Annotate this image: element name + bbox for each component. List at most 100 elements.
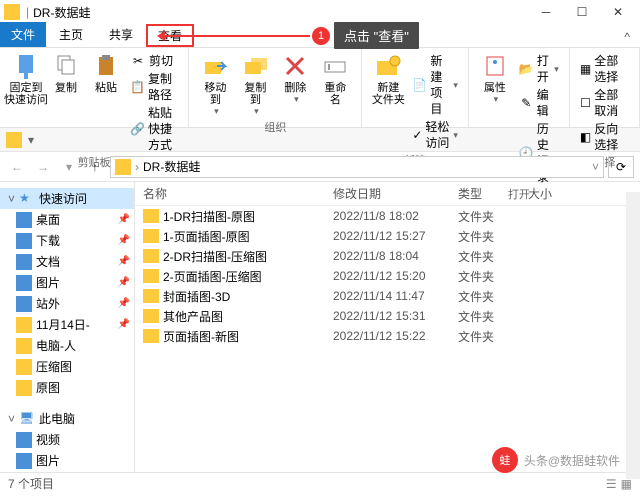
sidebar-item[interactable]: 11月14日-📌 [0,314,134,335]
file-list[interactable]: 1-DR扫描图-原图2022/11/8 18:02文件夹1-页面插图-原图202… [135,206,640,346]
sidebar-item-label: 视频 [36,431,60,448]
sidebar-item[interactable]: 电脑-人 [0,335,134,356]
sidebar-thispc-label: 此电脑 [39,410,75,427]
watermark-text: 头条@数据蛙软件 [524,452,620,469]
details-view-icon[interactable]: ☰ [606,477,617,491]
folder-icon [16,380,32,396]
col-name[interactable]: 名称 [135,185,325,202]
file-type: 文件夹 [450,248,520,265]
back-button[interactable]: ← [6,156,28,178]
close-button[interactable]: ✕ [600,0,636,24]
copyto-icon [241,52,269,80]
tab-home[interactable]: 主页 [46,22,96,47]
cut-icon: ✂ [130,53,146,69]
up-button[interactable]: ↑ [84,156,106,178]
vertical-scrollbar[interactable] [626,192,640,479]
refresh-button[interactable]: ⟳ [608,156,634,178]
annotation-arrow [160,35,310,37]
paste-button[interactable]: 粘贴 [86,50,126,96]
table-row[interactable]: 2-DR扫描图-压缩图2022/11/8 18:04文件夹 [135,246,640,266]
folder-icon [6,132,22,148]
main-area: ˅ ★ 快速访问 桌面📌下载📌文档📌图片📌站外📌11月14日-📌电脑-人压缩图原… [0,182,640,472]
sidebar[interactable]: ˅ ★ 快速访问 桌面📌下载📌文档📌图片📌站外📌11月14日-📌电脑-人压缩图原… [0,182,135,472]
sidebar-item[interactable]: 桌面📌 [0,209,134,230]
pin-quickaccess-button[interactable]: 固定到 快速访问 [6,50,46,108]
invert-selection-button[interactable]: ◧反向选择 [576,120,633,154]
column-headers[interactable]: 名称 修改日期 类型 大小 [135,182,640,206]
path-icon: 📋 [130,79,145,95]
file-type: 文件夹 [450,288,520,305]
sidebar-item-label: 桌面 [36,211,60,228]
window-title: DR-数据蛙 [33,4,528,21]
sidebar-item[interactable]: 文档📌 [0,251,134,272]
easy-access-button[interactable]: ✓轻松访问 [408,118,462,152]
folder-icon [143,309,159,323]
table-row[interactable]: 2-页面插图-压缩图2022/11/12 15:20文件夹 [135,266,640,286]
breadcrumb[interactable]: › DR-数据蛙 ˅ [110,156,604,178]
select-none-button[interactable]: ☐全部取消 [576,86,633,120]
folder-icon [16,317,32,333]
tab-share[interactable]: 共享 [96,22,146,47]
folder-icon [143,249,159,263]
col-type[interactable]: 类型 [450,185,520,202]
forward-button[interactable]: → [32,156,54,178]
rename-icon [321,52,349,80]
sidebar-item-label: 电脑-人 [36,337,76,354]
properties-button[interactable]: 属性 [475,50,515,107]
new-item-button[interactable]: 📄新建项目 [408,52,462,118]
file-date: 2022/11/12 15:20 [325,269,450,283]
col-date[interactable]: 修改日期 [325,185,450,202]
table-row[interactable]: 1-页面插图-原图2022/11/12 15:27文件夹 [135,226,640,246]
col-size[interactable]: 大小 [520,185,640,202]
minimize-button[interactable]: ─ [528,0,564,24]
pin-icon: 📌 [118,298,130,309]
delete-button[interactable]: 删除 [275,50,315,107]
status-bar: 7 个项目 ☰ ▦ [0,472,640,494]
table-row[interactable]: 封面插图-3D2022/11/14 11:47文件夹 [135,286,640,306]
ribbon-toggle-icon[interactable]: ^ [614,27,640,47]
table-row[interactable]: 其他产品图2022/11/12 15:31文件夹 [135,306,640,326]
pin-icon: 📌 [118,235,130,246]
chevron-down-icon: ˅ [8,192,15,206]
tab-file[interactable]: 文件 [0,22,46,47]
table-row[interactable]: 页面插图-新图2022/11/12 15:22文件夹 [135,326,640,346]
move-to-button[interactable]: 移动到 [195,50,235,119]
folder-icon [16,212,32,228]
paste-shortcut-button[interactable]: 🔗粘贴快捷方式 [126,104,182,154]
copy-path-button[interactable]: 📋复制路径 [126,70,182,104]
open-button[interactable]: 📂打开 [515,52,563,86]
rename-button[interactable]: 重命名 [315,50,355,108]
file-type: 文件夹 [450,328,520,345]
table-row[interactable]: 1-DR扫描图-原图2022/11/8 18:02文件夹 [135,206,640,226]
sidebar-item[interactable]: 文档 [0,471,134,472]
sidebar-item[interactable]: 压缩图 [0,356,134,377]
sidebar-item[interactable]: 原图 [0,377,134,398]
sidebar-this-pc[interactable]: ˅ 🖥 此电脑 [0,408,134,429]
folder-icon [16,296,32,312]
sidebar-item-label: 原图 [36,379,60,396]
shortcut-icon: 🔗 [130,121,145,137]
quick-chevron-icon[interactable]: ▾ [28,133,34,147]
sidebar-item[interactable]: 图片📌 [0,272,134,293]
crumb-path[interactable]: DR-数据蛙 [143,158,200,175]
sidebar-item[interactable]: 站外📌 [0,293,134,314]
sidebar-item[interactable]: 视频 [0,429,134,450]
recent-button[interactable]: ▾ [58,156,80,178]
watermark-avatar: 蛙 [492,447,518,473]
copy-to-button[interactable]: 复制到 [235,50,275,119]
new-folder-button[interactable]: 新建 文件夹 [368,50,408,108]
sidebar-item-label: 压缩图 [36,358,72,375]
sidebar-item[interactable]: 图片 [0,450,134,471]
crumb-chevron-icon[interactable]: › [135,160,139,174]
cut-button[interactable]: ✂剪切 [126,52,182,70]
crumb-dropdown-icon[interactable]: ˅ [592,160,599,174]
folder-icon [143,209,159,223]
edit-button[interactable]: ✎编辑 [515,86,563,120]
group-org-label: 组织 [264,119,286,135]
copy-button[interactable]: 复制 [46,50,86,96]
maximize-button[interactable]: ☐ [564,0,600,24]
sidebar-quick-access[interactable]: ˅ ★ 快速访问 [0,188,134,209]
sidebar-item[interactable]: 下载📌 [0,230,134,251]
select-all-button[interactable]: ▦全部选择 [576,52,633,86]
paste-icon [92,52,120,80]
